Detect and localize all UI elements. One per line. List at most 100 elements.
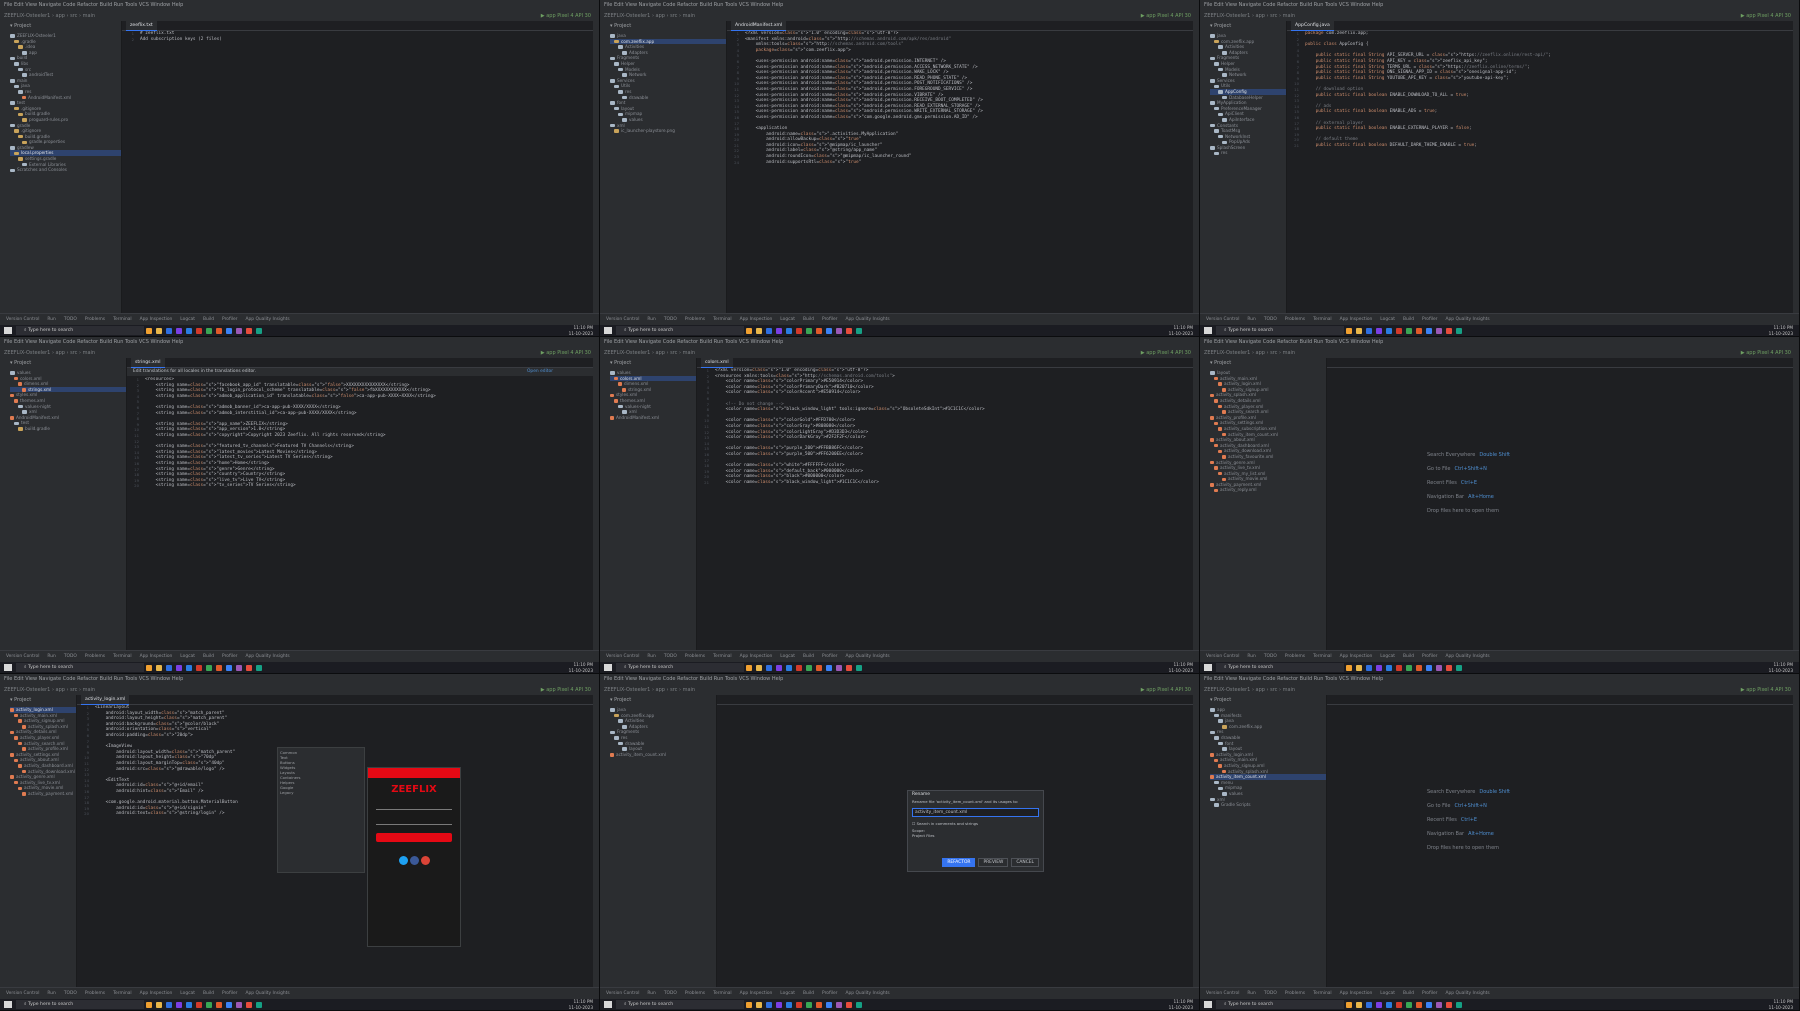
tool-tab[interactable]: Problems: [85, 991, 105, 996]
tool-tab[interactable]: TODO: [64, 317, 77, 322]
taskbar-app-icon[interactable]: [1456, 664, 1462, 671]
taskbar-app-icon[interactable]: [196, 1001, 202, 1008]
taskbar-app-icon[interactable]: [1376, 664, 1382, 671]
taskbar-app-icon[interactable]: [146, 664, 152, 671]
tool-tab[interactable]: Version Control: [1206, 654, 1239, 659]
taskbar-app-icon[interactable]: [816, 1001, 822, 1008]
taskbar-app-icon[interactable]: [756, 1001, 762, 1008]
tool-tab[interactable]: Logcat: [180, 654, 195, 659]
tree-item[interactable]: res: [1210, 150, 1286, 156]
taskbar-app-icon[interactable]: [256, 664, 262, 671]
taskbar-app-icon[interactable]: [806, 1001, 812, 1008]
code-editor[interactable]: <?xml version=class="s">"1.0" encoding=c…: [715, 368, 1187, 651]
taskbar-app-icon[interactable]: [226, 327, 232, 334]
windows-start-icon[interactable]: [1204, 664, 1212, 671]
tree-item[interactable]: activity_item_count.xml: [610, 752, 716, 758]
tool-tab[interactable]: App Inspection: [1340, 317, 1373, 322]
breadcrumb[interactable]: ZEEFLIX-Osteeler1 › app › src › main: [604, 687, 695, 693]
taskbar-app-icon[interactable]: [806, 664, 812, 671]
taskbar-app-icon[interactable]: [756, 664, 762, 671]
tool-tab[interactable]: Profiler: [1422, 991, 1437, 996]
tool-tab[interactable]: Run: [647, 317, 655, 322]
tool-tab[interactable]: Version Control: [606, 654, 639, 659]
taskbar-app-icon[interactable]: [236, 327, 242, 334]
tool-tab[interactable]: Profiler: [1422, 654, 1437, 659]
tree-item[interactable]: activity_reply.xml: [1210, 487, 1326, 493]
taskbar-app-icon[interactable]: [1446, 1001, 1452, 1008]
tool-tab[interactable]: TODO: [1264, 991, 1277, 996]
taskbar-search[interactable]: ⌕ Type here to search: [16, 326, 144, 335]
taskbar-app-icon[interactable]: [1356, 327, 1362, 334]
tool-tab[interactable]: Logcat: [780, 317, 795, 322]
taskbar-search[interactable]: ⌕ Type here to search: [16, 1000, 144, 1009]
taskbar-app-icon[interactable]: [1446, 327, 1452, 334]
menu-bar[interactable]: File Edit View Navigate Code Refactor Bu…: [4, 339, 183, 345]
taskbar-app-icon[interactable]: [1376, 327, 1382, 334]
tool-tab[interactable]: App Inspection: [1340, 654, 1373, 659]
taskbar-app-icon[interactable]: [766, 327, 772, 334]
taskbar-app-icon[interactable]: [746, 1001, 752, 1008]
windows-start-icon[interactable]: [1204, 327, 1212, 334]
editor-tab[interactable]: AppConfig.java: [1291, 21, 1334, 31]
tool-tab[interactable]: Version Control: [6, 991, 39, 996]
editor-tab[interactable]: AndroidManifest.xml: [731, 21, 787, 31]
tool-tab[interactable]: Terminal: [1313, 317, 1332, 322]
taskbar-app-icon[interactable]: [196, 664, 202, 671]
tool-tab[interactable]: Problems: [85, 654, 105, 659]
taskbar-app-icon[interactable]: [1386, 1001, 1392, 1008]
taskbar-app-icon[interactable]: [166, 1001, 172, 1008]
tool-tab[interactable]: Run: [47, 654, 55, 659]
right-tool-strip[interactable]: [1193, 21, 1199, 314]
tool-tab[interactable]: TODO: [1264, 654, 1277, 659]
project-panel-header[interactable]: ▾ Project: [1206, 358, 1326, 370]
tool-tab[interactable]: Build: [803, 991, 814, 996]
right-tool-strip[interactable]: [1193, 695, 1199, 988]
right-tool-strip[interactable]: [593, 21, 599, 314]
tool-tab[interactable]: Build: [803, 654, 814, 659]
taskbar-app-icon[interactable]: [226, 1001, 232, 1008]
project-panel-header[interactable]: ▾ Project: [6, 695, 76, 707]
taskbar-app-icon[interactable]: [1366, 664, 1372, 671]
taskbar-app-icon[interactable]: [746, 327, 752, 334]
taskbar-app-icon[interactable]: [1376, 1001, 1382, 1008]
tool-tab[interactable]: Build: [203, 317, 214, 322]
tool-tab[interactable]: Problems: [85, 317, 105, 322]
tree-item[interactable]: activity_payment.xml: [10, 791, 76, 797]
tool-tab[interactable]: Terminal: [713, 317, 732, 322]
taskbar-app-icon[interactable]: [786, 1001, 792, 1008]
project-panel-header[interactable]: ▾ Project: [6, 358, 126, 370]
menu-bar[interactable]: File Edit View Navigate Code Refactor Bu…: [4, 676, 183, 682]
tool-tab[interactable]: Terminal: [1313, 654, 1332, 659]
menu-bar[interactable]: File Edit View Navigate Code Refactor Bu…: [604, 676, 783, 682]
taskbar-app-icon[interactable]: [766, 1001, 772, 1008]
menu-bar[interactable]: File Edit View Navigate Code Refactor Bu…: [1204, 2, 1383, 8]
tool-tab[interactable]: App Quality Insights: [1445, 654, 1489, 659]
taskbar-app-icon[interactable]: [1456, 1001, 1462, 1008]
taskbar-search[interactable]: ⌕ Type here to search: [616, 326, 744, 335]
tool-tab[interactable]: Logcat: [780, 654, 795, 659]
right-tool-strip[interactable]: [1193, 358, 1199, 651]
tool-tab[interactable]: App Inspection: [740, 317, 773, 322]
tool-tab[interactable]: Problems: [685, 654, 705, 659]
taskbar-app-icon[interactable]: [1346, 1001, 1352, 1008]
taskbar-app-icon[interactable]: [1346, 327, 1352, 334]
right-tool-strip[interactable]: [1793, 695, 1799, 988]
breadcrumb[interactable]: ZEEFLIX-Osteeler1 › app › src › main: [1204, 13, 1295, 19]
right-tool-strip[interactable]: [593, 695, 599, 988]
tool-tab[interactable]: Terminal: [113, 317, 132, 322]
tool-tab[interactable]: TODO: [664, 991, 677, 996]
tool-tab[interactable]: Terminal: [113, 991, 132, 996]
menu-bar[interactable]: File Edit View Navigate Code Refactor Bu…: [1204, 339, 1383, 345]
taskbar-app-icon[interactable]: [1446, 664, 1452, 671]
project-panel-header[interactable]: ▾ Project: [606, 21, 726, 33]
taskbar-app-icon[interactable]: [206, 1001, 212, 1008]
tool-tab[interactable]: TODO: [664, 317, 677, 322]
taskbar-app-icon[interactable]: [156, 327, 162, 334]
taskbar-app-icon[interactable]: [1396, 1001, 1402, 1008]
taskbar-search[interactable]: ⌕ Type here to search: [1216, 1000, 1344, 1009]
menu-bar[interactable]: File Edit View Navigate Code Refactor Bu…: [1204, 676, 1383, 682]
taskbar-app-icon[interactable]: [846, 664, 852, 671]
taskbar-app-icon[interactable]: [206, 327, 212, 334]
run-config[interactable]: ▶ app Pixel 4 API 30: [1141, 348, 1191, 358]
taskbar-app-icon[interactable]: [246, 664, 252, 671]
